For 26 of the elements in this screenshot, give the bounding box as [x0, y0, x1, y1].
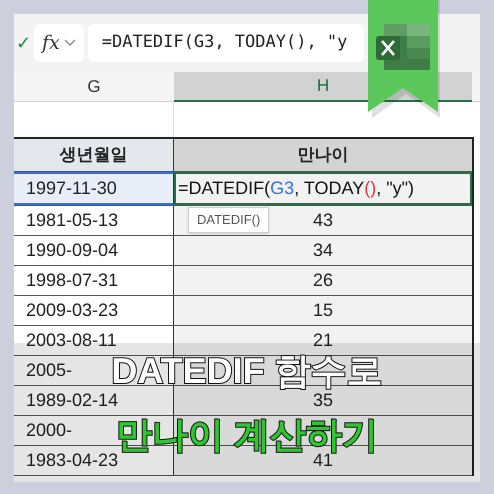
table-cell-text: 26	[312, 269, 334, 292]
table-cell-text: 34	[312, 239, 334, 262]
table-cell-text: 35	[312, 389, 334, 412]
table-cell-text: 2003-08-11	[26, 329, 117, 352]
chevron-down-icon	[64, 39, 76, 47]
table-cell-text: 1989-02-14	[26, 389, 118, 412]
table-cell-text: 2005-	[26, 359, 72, 382]
column-header[interactable]: H	[316, 73, 330, 99]
table-cell-text: 1998-07-31	[26, 269, 118, 292]
table-cell-text: 2000-	[26, 419, 72, 442]
table-cell: 1997-11-30	[14, 172, 174, 205]
table-cell-text: 21	[312, 329, 334, 352]
table-cell-text: 2009-03-23	[26, 299, 118, 322]
table-cell-text: 15	[312, 299, 334, 322]
enter-check-icon[interactable]: ✓	[16, 30, 28, 56]
table-cell-text: 1983-04-23	[26, 449, 118, 472]
table-header-cell: 생년월일	[14, 139, 174, 171]
table-cell-text: 1981-05-13	[26, 209, 118, 232]
table-header-cell: 만나이	[174, 139, 472, 171]
function-tooltip: DATEDIF()	[188, 207, 270, 233]
formula-field[interactable]: =DATEDIF(G3, TODAY(), "y	[88, 24, 364, 62]
table-cell-text: 43	[312, 209, 334, 232]
editing-cell[interactable]: =DATEDIF(G3, TODAY(), "y")	[174, 172, 472, 205]
function-button[interactable]: fx	[34, 24, 84, 62]
table-cell-text: 1990-09-04	[26, 239, 118, 262]
column-header[interactable]: G	[87, 74, 101, 100]
